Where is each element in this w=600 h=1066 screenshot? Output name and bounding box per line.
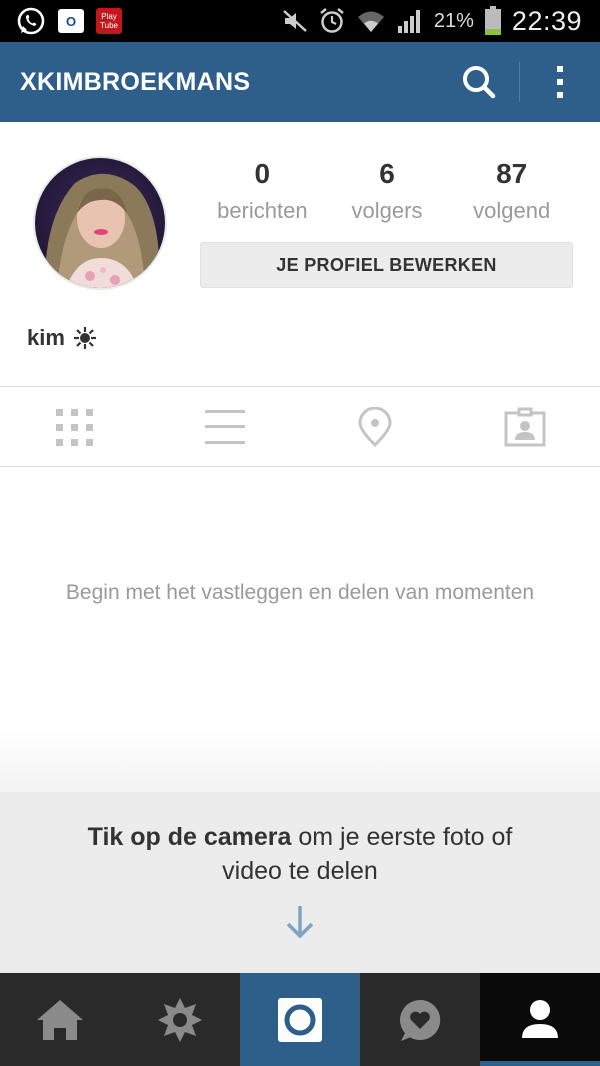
arrow-down-icon [286, 906, 314, 939]
stat-posts[interactable]: 0 berichten [200, 158, 325, 224]
following-count: 87 [496, 158, 528, 189]
search-icon [463, 66, 496, 99]
list-icon [205, 409, 245, 444]
explore-icon [158, 997, 202, 1042]
whatsapp-icon [16, 6, 46, 36]
location-icon [358, 406, 392, 447]
followers-count: 6 [379, 158, 395, 189]
more-vertical-icon [557, 66, 563, 98]
bottom-navigation [0, 973, 600, 1066]
profile-name-text: kim [27, 325, 65, 350]
mute-icon [282, 9, 308, 33]
clock: 22:39 [511, 5, 582, 36]
hint-fade [0, 730, 600, 792]
nav-home[interactable] [0, 973, 120, 1066]
outlook-icon: O [58, 9, 84, 33]
nav-profile[interactable] [480, 973, 600, 1066]
profile-header: 0 berichten 6 volgers 87 volgend JE PROF… [0, 122, 600, 386]
nav-activity[interactable] [360, 973, 480, 1066]
playtube-icon: Play Tube [96, 8, 122, 34]
profile-name: kim [27, 325, 97, 351]
tab-location[interactable] [300, 387, 450, 466]
grid-icon [56, 408, 93, 446]
sun-icon [73, 327, 96, 349]
following-label: volgend [473, 198, 551, 223]
stat-following[interactable]: 87 volgend [449, 158, 574, 224]
battery-icon [484, 6, 502, 36]
camera-hint: Tik op de camera om je eerste foto of vi… [0, 792, 600, 973]
battery-percentage: 21% [433, 9, 474, 32]
tab-grid[interactable] [0, 387, 150, 466]
signal-icon [396, 8, 424, 34]
search-button[interactable] [459, 62, 499, 102]
app-header: XKIMBROEKMANS [0, 42, 600, 122]
nav-explore[interactable] [120, 973, 240, 1066]
profile-stats: 0 berichten 6 volgers 87 volgend [200, 158, 574, 224]
avatar[interactable] [33, 156, 167, 290]
edit-profile-button[interactable]: JE PROFIEL BEWERKEN [200, 242, 573, 288]
status-bar: O Play Tube 21% 22:39 [0, 0, 600, 42]
wifi-icon [356, 8, 386, 34]
activity-icon [400, 999, 441, 1041]
home-icon [37, 999, 83, 1040]
followers-label: volgers [351, 198, 423, 223]
posts-label: berichten [217, 198, 308, 223]
camera-hint-text: Tik op de camera om je eerste foto of vi… [60, 820, 540, 888]
empty-state-message: Begin met het vastleggen en delen van mo… [65, 581, 535, 604]
header-divider [519, 62, 520, 102]
alarm-icon [318, 7, 346, 35]
overflow-menu-button[interactable] [540, 62, 580, 102]
camera-hint-bold: Tik op de camera [87, 823, 292, 851]
posts-count: 0 [254, 158, 271, 189]
tab-tagged[interactable] [450, 387, 600, 466]
profile-icon [522, 999, 558, 1038]
profile-view-tabs [0, 386, 600, 467]
tagged-icon [504, 407, 546, 446]
nav-camera[interactable] [240, 973, 360, 1066]
stat-followers[interactable]: 6 volgers [325, 158, 450, 224]
camera-icon [278, 997, 322, 1042]
page-title: XKIMBROEKMANS [20, 67, 251, 96]
tab-list[interactable] [150, 387, 300, 466]
